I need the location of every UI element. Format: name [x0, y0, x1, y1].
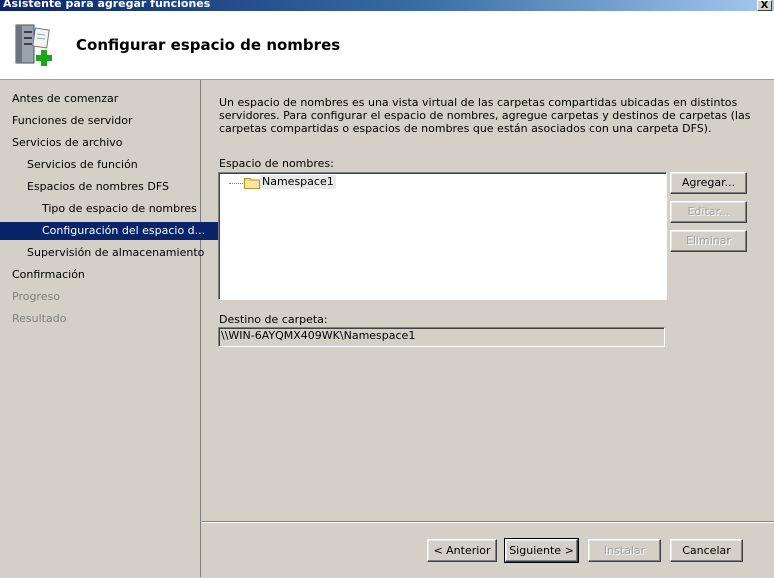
- page-title: Configurar espacio de nombres: [76, 36, 341, 54]
- install-button[interactable]: Instalar: [588, 539, 661, 562]
- nav-step-antes-de-comenzar[interactable]: Antes de comenzar: [0, 90, 211, 108]
- next-button[interactable]: Siguiente >: [504, 538, 579, 563]
- title-bar: Asistente para agregar funciones X: [0, 0, 774, 11]
- back-button[interactable]: < Anterior: [427, 539, 497, 562]
- namespace-tree[interactable]: Namespace1: [218, 172, 667, 300]
- server-add-icon: [10, 21, 58, 71]
- nav-step-supervision-almacenamiento[interactable]: Supervisión de almacenamiento: [0, 244, 226, 262]
- folder-target-label: Destino de carpeta:: [219, 313, 328, 326]
- wizard-content: Un espacio de nombres es una vista virtu…: [202, 80, 774, 520]
- nav-step-servicios-de-archivo[interactable]: Servicios de archivo: [0, 134, 211, 152]
- add-button[interactable]: Agregar...: [670, 172, 747, 194]
- nav-step-confirmacion[interactable]: Confirmación: [0, 266, 211, 284]
- window-title: Asistente para agregar funciones: [3, 0, 211, 10]
- wizard-header: Configurar espacio de nombres: [0, 11, 774, 80]
- close-button[interactable]: X: [757, 0, 772, 11]
- cancel-button[interactable]: Cancelar: [670, 539, 743, 562]
- wizard-steps-nav: Antes de comenzar Funciones de servidor …: [0, 80, 241, 577]
- nav-step-resultado: Resultado: [12, 312, 67, 325]
- folder-target-field[interactable]: \\WIN-6AYQMX409WK\Namespace1: [218, 327, 665, 347]
- namespace-label: Espacio de nombres:: [219, 157, 334, 170]
- nav-step-espacios-de-nombres-dfs[interactable]: Espacios de nombres DFS: [0, 178, 226, 196]
- tree-connector: [229, 183, 243, 184]
- nav-step-servicios-de-funcion[interactable]: Servicios de función: [0, 156, 226, 174]
- tree-node-namespace[interactable]: Namespace1: [260, 175, 336, 189]
- folder-icon: [244, 176, 260, 189]
- page-description: Un espacio de nombres es una vista virtu…: [219, 96, 751, 135]
- remove-button[interactable]: Eliminar: [670, 230, 747, 252]
- nav-step-funciones-de-servidor[interactable]: Funciones de servidor: [0, 112, 211, 130]
- nav-step-progreso: Progreso: [12, 290, 60, 303]
- edit-button[interactable]: Editar...: [670, 201, 747, 223]
- wizard-footer: < Anterior Siguiente > Instalar Cancelar: [202, 521, 774, 578]
